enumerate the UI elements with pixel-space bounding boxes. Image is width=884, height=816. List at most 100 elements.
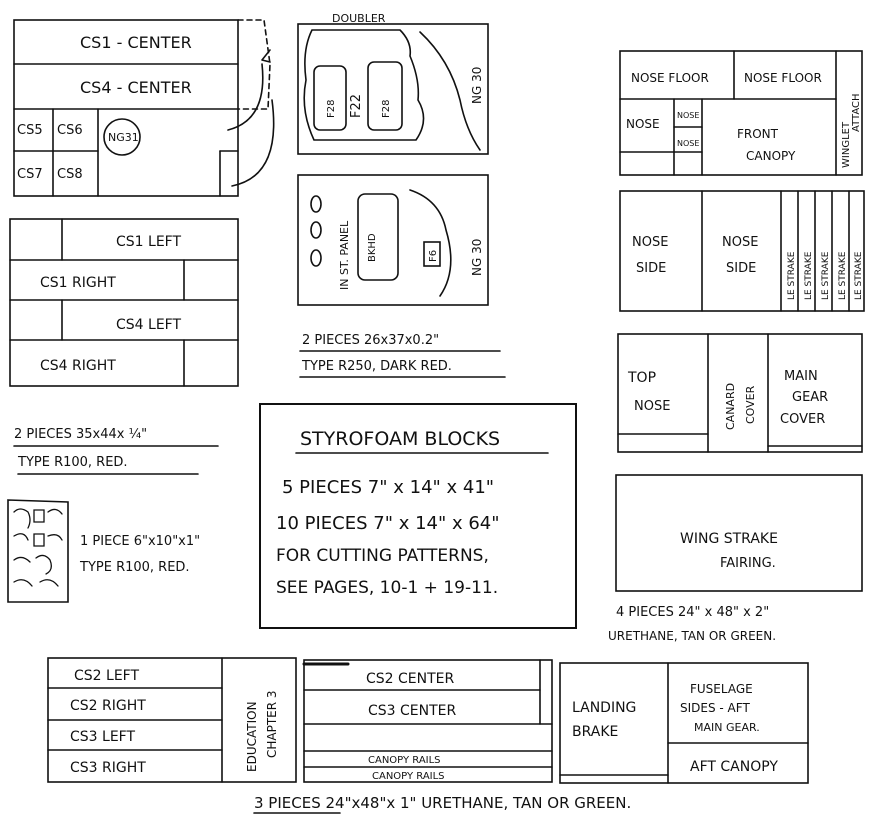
dashed-extension-outline [237,19,271,110]
panel-nose-side-sheet: NOSE SIDE NOSE SIDE LE STRAKE LE STRAKE … [619,190,865,312]
styrofoam-title: STYROFOAM BLOCKS [300,428,500,450]
landing-brake-label-1: LANDING [572,700,636,716]
styrofoam-blocks-note: STYROFOAM BLOCKS 5 PIECES 7" x 14" x 41"… [259,403,577,629]
footer-caption: 3 PIECES 24"x48"x 1" URETHANE, TAN OR GR… [253,794,631,814]
hole-icon [310,249,322,267]
winglet-label-2: ATTACH [851,94,862,133]
fuselage-label-1: FUSELAGE [690,682,753,696]
canopy-rails-label-1: CANOPY RAILS [368,755,441,766]
hole-icon [310,221,322,239]
f28-right-piece [367,61,403,131]
cs4-right-label: CS4 RIGHT [40,358,116,374]
le-strake-label: LE STRAKE [854,251,864,300]
hole-icon [310,195,322,213]
f22-label: F22 [349,94,364,118]
panel-i-caption-line2: URETHANE, TAN OR GREEN. [608,629,776,643]
cs6-label: CS6 [57,123,83,138]
panel-c-outline [7,499,69,603]
f28-left-piece [313,65,347,131]
cs1-center-label: CS1 - CENTER [80,33,192,52]
aft-canopy-label: AFT CANOPY [690,759,778,775]
f28-right-label: F28 [381,100,392,118]
nose-floor-label-1: NOSE FLOOR [631,71,709,85]
nose-floor-label-2: NOSE FLOOR [744,71,822,85]
cs4-center-label: CS4 - CENTER [80,78,192,97]
doubler-label: DOUBLER [332,12,386,25]
styrofoam-line2: 10 PIECES 7" x 14" x 64" [276,513,500,534]
top-nose-label-1: TOP [627,370,656,386]
education-label-1: EDUCATION [245,701,259,772]
ng31-label: NG31 [108,131,139,144]
nose-side-label-1b: SIDE [636,261,666,276]
cs2-right-label: CS2 RIGHT [70,698,146,714]
bkhd-label: BKHD [367,233,378,262]
f28-left-label: F28 [326,100,337,118]
le-strake-label: LE STRAKE [787,251,797,300]
cs5-label: CS5 [17,123,43,138]
panel-cs-left-right-sheet: CS1 LEFT CS1 RIGHT CS4 LEFT CS4 RIGHT 2 … [9,218,239,475]
f6-label: F6 [428,250,439,262]
cs1-left-label: CS1 LEFT [116,234,181,250]
cs7-label: CS7 [17,167,43,182]
nose-small-label-2: NOSE [677,139,699,148]
cs8-label: CS8 [57,167,83,182]
wing-strake-label-2: FAIRING. [720,556,776,571]
cs4-left-label: CS4 LEFT [116,317,181,333]
nose-small-label-1: NOSE [677,111,699,120]
front-canopy-label-2: CANOPY [746,149,796,163]
panel-e-caption-line1: 2 PIECES 26x37x0.2" [302,333,439,348]
doubler-shape [303,29,425,141]
bkhd-piece [357,193,399,281]
cs3-right-label: CS3 RIGHT [70,760,146,776]
panel-cs-center-sheet: CS1 - CENTER CS4 - CENTER CS5 CS6 CS7 CS… [13,19,275,197]
wing-strake-label-1: WING STRAKE [680,531,778,547]
cs3-center-label: CS3 CENTER [368,703,457,719]
fuselage-label-2: SIDES - AFT [680,701,750,715]
panel-doubler-sheet: DOUBLER F28 F22 F28 NG 30 [297,12,489,155]
cs1-right-label: CS1 RIGHT [40,275,116,291]
styrofoam-line4: SEE PAGES, 10-1 + 19-11. [276,578,498,598]
panel-e-caption-line2: TYPE R250, DARK RED. [301,359,452,374]
nose-side-label-2b: SIDE [726,261,756,276]
footer-caption-text: 3 PIECES 24"x48"x 1" URETHANE, TAN OR GR… [254,794,631,812]
main-gear-label-1: MAIN [784,369,818,384]
nose-side-label-2a: NOSE [722,235,758,250]
ng30-curve-lower [409,189,452,297]
panel-cs-center-rails-sheet: CS2 CENTER CS3 CENTER CANOPY RAILS CANOP… [302,659,553,783]
canopy-rails-label-2: CANOPY RAILS [372,771,445,782]
panel-nose-floor-sheet: NOSE FLOOR NOSE FLOOR NOSE NOSE NOSE FRO… [619,50,863,176]
nose-label: NOSE [626,117,660,131]
ng30-label-top: NG 30 [470,67,484,104]
main-gear-label-3: COVER [780,412,825,427]
fuselage-label-3: MAIN GEAR. [694,721,760,734]
panel-top-nose-sheet: TOP NOSE CANARD COVER MAIN GEAR COVER [617,333,863,453]
panel-f-outline [619,50,863,176]
canard-label-1: CANARD [724,383,737,430]
cs2-left-label: CS2 LEFT [74,668,139,684]
panel-i-caption-line1: 4 PIECES 24" x 48" x 2" [616,605,769,620]
top-nose-label-2: NOSE [634,399,670,414]
panel-landing-brake-sheet: LANDING BRAKE FUSELAGE SIDES - AFT MAIN … [559,662,809,784]
panel-c-caption-line1: 1 PIECE 6"x10"x1" [80,534,200,549]
panel-small-piece: 1 PIECE 6"x10"x1" TYPE R100, RED. [7,499,200,603]
front-canopy-label-1: FRONT [737,127,779,141]
styrofoam-line3: FOR CUTTING PATTERNS, [276,546,489,566]
panel-c-caption-line2: TYPE R100, RED. [79,560,190,575]
panel-b-caption-line2: TYPE R100, RED. [17,455,128,470]
education-label-2: CHAPTER 3 [265,690,279,758]
ng30-label-bottom: NG 30 [470,239,484,276]
le-strake-label: LE STRAKE [804,251,814,300]
le-strake-label: LE STRAKE [821,251,831,300]
panel-cs2-cs3-sheet: CS2 LEFT CS2 RIGHT CS3 LEFT CS3 RIGHT ED… [47,657,297,783]
nose-side-label-1a: NOSE [632,235,668,250]
styrofoam-line1: 5 PIECES 7" x 14" x 41" [282,477,494,498]
cs3-left-label: CS3 LEFT [70,729,135,745]
cs2-center-label: CS2 CENTER [366,671,455,687]
panel-d-outline [297,23,489,155]
le-strake-label: LE STRAKE [838,251,848,300]
curved-arrow-icon [227,63,264,131]
inst-panel-label: IN ST. PANEL [338,220,351,290]
canard-label-2: COVER [744,385,757,424]
main-gear-label-2: GEAR [792,390,828,405]
panel-wing-strake-sheet: WING STRAKE FAIRING. 4 PIECES 24" x 48" … [608,474,863,643]
